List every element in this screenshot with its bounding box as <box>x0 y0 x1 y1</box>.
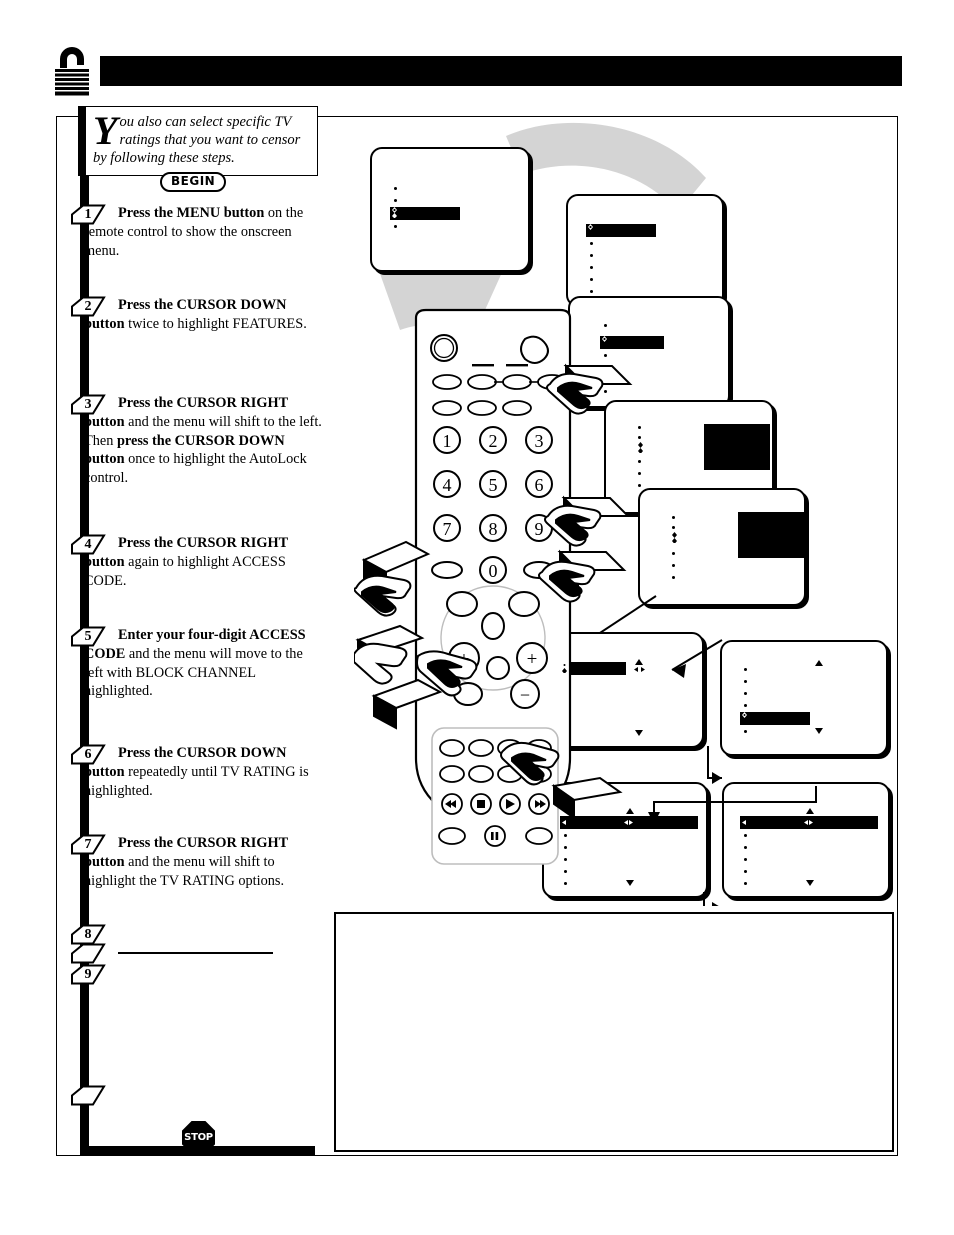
padlock-icon <box>48 46 96 98</box>
step-number-diamond: 4 <box>70 534 106 555</box>
step-6: 6 Press the CURSOR DOWN button repeatedly… <box>70 744 322 800</box>
menu-item-dot <box>394 199 397 202</box>
note-box <box>334 912 894 1152</box>
intro-body: ou also can select specific TV ratings t… <box>93 114 301 166</box>
step-number-label: 2 <box>84 299 92 314</box>
begin-label: BEGIN <box>171 174 216 188</box>
pointing-hand-cursors <box>354 363 633 820</box>
menu-item-dot <box>590 278 593 281</box>
step-2: 2 Press the CURSOR DOWN button twice to h… <box>70 296 322 334</box>
step-number-diamond: 2 <box>70 296 106 317</box>
step-body: Press the CURSOR RIGHT button and the me… <box>84 835 288 889</box>
cursor-diamond-icon <box>392 207 397 218</box>
step-body: Press the CURSOR DOWN button twice to hi… <box>84 297 307 332</box>
step-number-diamond: 5 <box>70 626 106 647</box>
step-5: 5 Enter your four-digit ACCESS CODE and t… <box>70 626 322 701</box>
step-number-diamond: 3 <box>70 394 106 415</box>
step-body: Press the CURSOR RIGHT button again to h… <box>84 535 288 589</box>
empty-step-marker-1 <box>70 943 106 964</box>
page-title-bar <box>100 56 902 86</box>
menu-item-dot <box>590 254 593 257</box>
step-3: 3 Press the CURSOR RIGHT button and the m… <box>70 394 322 488</box>
access-code-entry-block <box>738 512 804 558</box>
step-number-label: 9 <box>84 967 92 982</box>
menu-item-dot <box>672 526 675 529</box>
step-4: 4 Press the CURSOR RIGHT button again to … <box>70 534 322 590</box>
steps-column: You also can select specific TV ratings … <box>56 106 322 1162</box>
cursor-diamond-icon <box>742 712 747 718</box>
step-body: Press the CURSOR RIGHT button and the me… <box>84 395 322 487</box>
menu-item-dot <box>672 576 675 579</box>
cursor-diamond-icon <box>588 224 593 230</box>
step-number-diamond: 1 <box>70 204 106 225</box>
step-number-diamond: 9 <box>70 964 106 985</box>
step-number-diamond: 7 <box>70 834 106 855</box>
menu-item-dot <box>590 242 593 245</box>
features-menu-screen <box>566 194 724 307</box>
empty-step-marker-2 <box>70 1085 106 1106</box>
step-number-diamond: 8 <box>70 924 106 945</box>
step-body: Press the CURSOR DOWN button repeatedly … <box>84 745 309 799</box>
step-number-label: 6 <box>84 747 92 762</box>
cursor-diamond-icon <box>638 442 643 453</box>
intro-paragraph: You also can select specific TV ratings … <box>89 108 309 167</box>
stop-label: STOP <box>184 1132 213 1143</box>
step-1: 1 Press the MENU button on the remote con… <box>70 204 322 260</box>
cursor-diamond-icon <box>562 662 567 673</box>
intro-dropcap: Y <box>93 108 118 153</box>
menu-item-dot <box>672 564 675 567</box>
step-number-label: 3 <box>84 397 92 412</box>
menu-item-dot <box>394 187 397 190</box>
menu-item-dot <box>590 290 593 293</box>
remote-control-illustration: 1 2 3 4 5 6 7 8 9 0 + + <box>354 308 654 888</box>
menu-item-dot <box>394 225 397 228</box>
step-7: 7 Press the CURSOR RIGHT button and the m… <box>70 834 322 890</box>
step-number-label: 4 <box>84 537 92 552</box>
menu-item-dot <box>672 552 675 555</box>
main-menu-screen <box>370 147 530 272</box>
step-body: Press the MENU button on the remote cont… <box>84 205 304 259</box>
menu-item-dot <box>590 266 593 269</box>
menu-highlight-bar <box>390 207 460 220</box>
intro-spine-cap <box>78 106 86 176</box>
step-number-diamond: 6 <box>70 744 106 765</box>
cursor-diamond-icon <box>672 532 677 543</box>
menu-highlight-bar <box>586 224 656 237</box>
intro-callout: You also can select specific TV ratings … <box>78 106 318 176</box>
step-number-label: 1 <box>84 207 92 222</box>
stop-badge: STOP <box>182 1121 215 1154</box>
illustration-area: 1 2 3 4 5 6 7 8 9 0 + + <box>326 116 906 1160</box>
begin-badge: BEGIN <box>160 172 227 192</box>
step-number-label: 5 <box>84 629 92 644</box>
access-code-entry-block <box>704 424 770 470</box>
page-header <box>0 40 954 102</box>
step-body: Enter your four-digit ACCESS CODE and th… <box>84 627 306 700</box>
step-number-label: 8 <box>84 927 92 942</box>
horizontal-rule <box>118 952 273 954</box>
menu-item-dot <box>672 516 675 519</box>
step-number-label: 7 <box>84 837 92 852</box>
cursor-diamond-icon <box>602 336 607 342</box>
